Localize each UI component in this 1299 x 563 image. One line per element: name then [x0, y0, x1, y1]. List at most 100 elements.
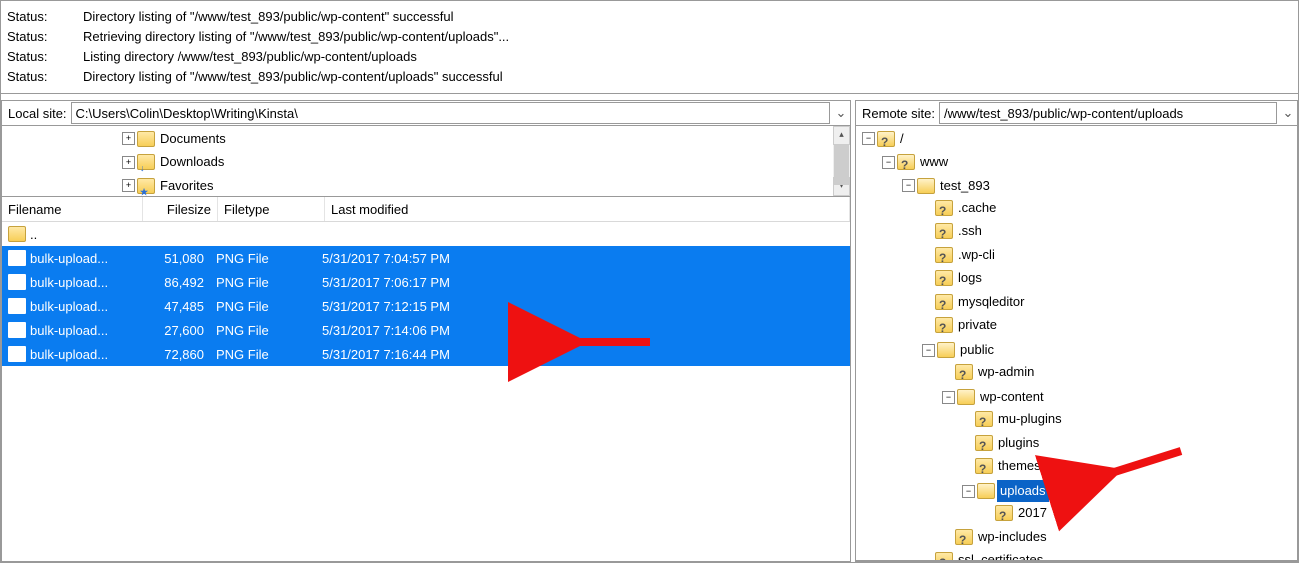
folder-icon	[937, 342, 955, 358]
file-icon	[8, 274, 26, 290]
file-type: PNG File	[210, 342, 316, 366]
column-headers[interactable]: Filename Filesize Filetype Last modified	[2, 197, 850, 222]
expand-toggle[interactable]: +	[122, 132, 135, 145]
folder-icon	[977, 483, 995, 499]
file-name: bulk-upload...	[30, 275, 108, 290]
column-filename[interactable]: Filename	[2, 197, 143, 221]
tree-item-label[interactable]: wp-includes	[975, 526, 1050, 548]
file-type: PNG File	[210, 318, 316, 342]
status-row: Status: Directory listing of "/www/test_…	[1, 7, 1298, 27]
tree-item-label[interactable]: mysqleditor	[955, 291, 1027, 313]
remote-path-input[interactable]	[939, 102, 1277, 124]
tree-item-label[interactable]: wp-content	[977, 386, 1047, 408]
folder-unknown-icon	[935, 294, 953, 310]
file-row[interactable]: bulk-upload...27,600PNG File5/31/2017 7:…	[2, 318, 850, 342]
file-icon	[8, 346, 26, 362]
folder-unknown-icon	[955, 529, 973, 545]
tree-item-label[interactable]: ssl_certificates	[955, 549, 1046, 561]
expand-toggle[interactable]: −	[922, 344, 935, 357]
expand-toggle	[962, 461, 973, 472]
scroll-thumb[interactable]	[834, 145, 849, 185]
file-row[interactable]: bulk-upload...86,492PNG File5/31/2017 7:…	[2, 270, 850, 294]
parent-dir-row[interactable]: ..	[2, 222, 850, 246]
column-filetype[interactable]: Filetype	[218, 197, 325, 221]
tree-item-label[interactable]: plugins	[995, 432, 1042, 454]
folder-unknown-icon	[897, 154, 915, 170]
remote-tree[interactable]: −/−www−test_893.cache.ssh.wp-clilogsmysq…	[856, 126, 1297, 561]
expand-toggle	[922, 296, 933, 307]
folder-unknown-icon	[935, 223, 953, 239]
folder-unknown-icon	[995, 505, 1013, 521]
folder-icon: ↓	[137, 154, 155, 170]
tree-item-label[interactable]: .wp-cli	[955, 244, 998, 266]
tree-item-label[interactable]: uploads	[997, 480, 1049, 502]
column-filesize[interactable]: Filesize	[143, 197, 218, 221]
expand-toggle[interactable]: +	[122, 156, 135, 169]
file-type: PNG File	[210, 294, 316, 318]
folder-unknown-icon	[975, 435, 993, 451]
status-label: Status:	[1, 67, 83, 87]
file-row[interactable]: bulk-upload...51,080PNG File5/31/2017 7:…	[2, 246, 850, 270]
local-path-input[interactable]	[71, 102, 830, 124]
column-modified[interactable]: Last modified	[325, 197, 850, 221]
folder-icon	[137, 131, 155, 147]
expand-toggle	[962, 414, 973, 425]
tree-item-label[interactable]: .ssh	[955, 220, 985, 242]
dropdown-icon[interactable]: ⌄	[1279, 105, 1297, 121]
expand-toggle	[942, 367, 953, 378]
local-site-label: Local site:	[2, 106, 69, 121]
expand-toggle[interactable]: −	[902, 179, 915, 192]
expand-toggle	[982, 508, 993, 519]
file-icon	[8, 298, 26, 314]
local-tree[interactable]: +Documents +↓Downloads +★Favorites ▴ ▾	[2, 126, 850, 197]
file-row[interactable]: bulk-upload...72,860PNG File5/31/2017 7:…	[2, 342, 850, 366]
file-type: PNG File	[210, 246, 316, 270]
status-row: Status: Directory listing of "/www/test_…	[1, 67, 1298, 87]
folder-unknown-icon	[935, 270, 953, 286]
file-size: 72,860	[136, 342, 210, 366]
tree-item-label[interactable]: mu-plugins	[995, 408, 1065, 430]
folder-icon	[8, 226, 26, 242]
file-size: 47,485	[136, 294, 210, 318]
expand-toggle[interactable]: −	[882, 156, 895, 169]
local-file-list[interactable]: Filename Filesize Filetype Last modified…	[2, 197, 850, 561]
file-modified: 5/31/2017 7:14:06 PM	[316, 318, 850, 342]
folder-unknown-icon	[955, 364, 973, 380]
tree-item-label[interactable]: test_893	[937, 175, 993, 197]
file-row[interactable]: bulk-upload...47,485PNG File5/31/2017 7:…	[2, 294, 850, 318]
tree-item-label[interactable]: themes	[995, 455, 1044, 477]
tree-item-label[interactable]: www	[917, 151, 951, 173]
tree-item-label[interactable]: logs	[955, 267, 985, 289]
folder-unknown-icon	[935, 200, 953, 216]
expand-toggle[interactable]: −	[942, 391, 955, 404]
tree-item-label[interactable]: .cache	[955, 197, 999, 219]
tree-item-label[interactable]: Downloads	[157, 151, 227, 173]
status-log: Status: Directory listing of "/www/test_…	[1, 1, 1298, 94]
folder-icon	[917, 178, 935, 194]
file-type: PNG File	[210, 270, 316, 294]
tree-item-label[interactable]: /	[897, 128, 907, 150]
status-label: Status:	[1, 47, 83, 67]
tree-item-label[interactable]: wp-admin	[975, 361, 1037, 383]
dropdown-icon[interactable]: ⌄	[832, 105, 850, 121]
expand-toggle	[942, 531, 953, 542]
file-name: bulk-upload...	[30, 323, 108, 338]
expand-toggle[interactable]: +	[122, 179, 135, 192]
expand-toggle[interactable]: −	[862, 132, 875, 145]
status-message: Directory listing of "/www/test_893/publ…	[83, 7, 1298, 27]
status-message: Retrieving directory listing of "/www/te…	[83, 27, 1298, 47]
tree-item-label[interactable]: 2017	[1015, 502, 1050, 524]
scrollbar[interactable]: ▴ ▾	[833, 126, 850, 196]
tree-item-label[interactable]: public	[957, 339, 997, 361]
folder-icon: ★	[137, 178, 155, 194]
expand-toggle[interactable]: −	[962, 485, 975, 498]
folder-unknown-icon	[975, 458, 993, 474]
folder-unknown-icon	[975, 411, 993, 427]
tree-item-label[interactable]: Documents	[157, 128, 229, 150]
scroll-up-button[interactable]: ▴	[833, 126, 850, 145]
tree-item-label[interactable]: private	[955, 314, 1000, 336]
file-icon	[8, 250, 26, 266]
expand-toggle	[922, 555, 933, 562]
tree-item-label[interactable]: Favorites	[157, 175, 216, 197]
status-message: Directory listing of "/www/test_893/publ…	[83, 67, 1298, 87]
